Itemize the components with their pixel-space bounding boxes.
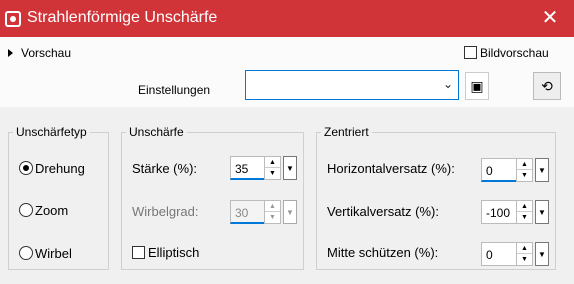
radio-label: Drehung [35,161,85,176]
strength-input[interactable]: 35 [230,156,266,180]
blur-type-group: Unschärfetyp Drehung Zoom Wirbel [8,125,109,270]
protect-stepper[interactable]: ▲ ▼ [516,242,533,266]
radio-label: Zoom [35,203,69,218]
spin-up-icon[interactable]: ▲ [517,159,532,170]
checkbox-box[interactable] [132,246,145,259]
preview-toggle[interactable]: Vorschau [8,46,71,60]
twist-input[interactable]: 30 [230,200,266,224]
strength-dropdown-button[interactable]: ▼ [283,156,297,180]
image-preview-label: Bildvorschau [480,46,549,60]
strength-stepper[interactable]: ▲ ▼ [264,156,281,180]
save-button[interactable]: ▣ [465,72,489,100]
radio-zoom[interactable]: Zoom [19,203,68,218]
twist-stepper[interactable]: ▲ ▼ [264,200,281,224]
checkbox-box[interactable] [464,46,477,59]
spin-up-icon[interactable]: ▲ [517,201,532,212]
radio-button[interactable] [19,203,33,217]
horizontal-stepper[interactable]: ▲ ▼ [516,158,533,182]
blur-type-title: Unschärfetyp [16,125,87,139]
spin-down-icon[interactable]: ▼ [517,254,532,265]
settings-label: Einstellungen [138,83,211,97]
window-title: Strahlenförmige Unschärfe [27,9,218,26]
elliptic-label: Elliptisch [148,245,200,260]
spin-up-icon[interactable]: ▲ [265,157,280,168]
radio-button[interactable] [19,246,33,260]
chevron-down-icon[interactable]: ⌄ [441,77,455,91]
settings-dropdown[interactable]: ⌄ [245,70,459,100]
center-group: Zentriert Horizontalversatz (%): 0 ▲ ▼ ▼… [316,125,556,270]
reset-settings-button[interactable]: ⟲ [533,72,561,100]
protect-dropdown-button[interactable]: ▼ [535,242,549,266]
horizontal-dropdown-button[interactable]: ▼ [535,158,549,182]
center-title: Zentriert [324,125,369,139]
strength-label: Stärke (%): [132,161,198,176]
blur-group: Unschärfe Stärke (%): 35 ▲ ▼ ▼ Wirbelgra… [121,125,304,270]
radio-button[interactable] [19,161,33,175]
expand-triangle-icon [8,49,13,57]
twist-dropdown-button[interactable]: ▼ [283,200,297,224]
preview-label: Vorschau [21,46,72,60]
app-icon [5,11,21,27]
spin-up-icon[interactable]: ▲ [517,243,532,254]
protect-input[interactable]: 0 [481,242,517,266]
spin-down-icon[interactable]: ▼ [265,212,280,223]
blur-title: Unschärfe [129,125,184,139]
close-button[interactable]: ✕ [540,8,560,28]
horizontal-label: Horizontalversatz (%): [327,161,455,176]
spin-down-icon[interactable]: ▼ [265,168,280,179]
elliptic-checkbox[interactable]: Elliptisch [132,245,199,260]
horizontal-input[interactable]: 0 [481,158,517,182]
spin-down-icon[interactable]: ▼ [517,212,532,223]
spin-down-icon[interactable]: ▼ [517,170,532,181]
spin-up-icon[interactable]: ▲ [265,201,280,212]
vertical-label: Vertikalversatz (%): [327,204,439,219]
protect-label: Mitte schützen (%): [327,245,439,260]
vertical-dropdown-button[interactable]: ▼ [535,200,549,224]
radio-label: Wirbel [35,246,72,261]
vertical-input[interactable]: -100 [481,200,517,224]
radio-rotation[interactable]: Drehung [19,161,85,176]
title-bar: Strahlenförmige Unschärfe ✕ [0,0,574,37]
radio-swirl[interactable]: Wirbel [19,246,72,261]
vertical-stepper[interactable]: ▲ ▼ [516,200,533,224]
twist-label: Wirbelgrad: [132,204,199,219]
image-preview-checkbox[interactable]: Bildvorschau [464,46,549,60]
